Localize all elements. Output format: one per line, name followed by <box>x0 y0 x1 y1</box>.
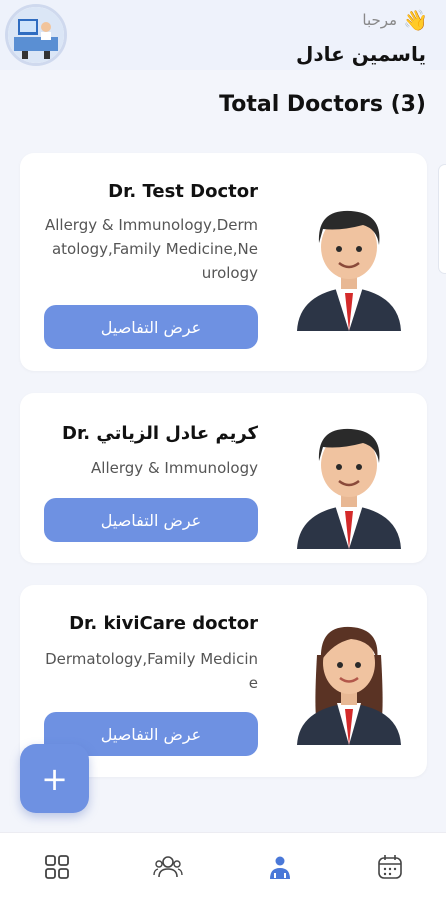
calendar-icon <box>378 855 402 879</box>
doctor-name: Dr. kiviCare doctor <box>69 613 258 634</box>
doctor-card[interactable]: Dr. كريم عادل الزياتي Allergy & Immunolo… <box>20 393 427 563</box>
doctor-specialty: Allergy & Immunology <box>91 459 258 477</box>
doctor-specialty: Dermatology,Family Medicine <box>45 650 258 692</box>
nav-appointments[interactable] <box>374 851 406 883</box>
male-doctor-avatar <box>297 428 401 549</box>
bottom-navigation <box>0 832 446 900</box>
doctors-icon <box>270 856 290 879</box>
doctor-name: Dr. Test Doctor <box>108 181 258 202</box>
nav-patients[interactable] <box>152 851 184 883</box>
nav-dashboard[interactable] <box>41 851 73 883</box>
greeting: مرحبا 👋 <box>362 10 428 30</box>
nav-doctors[interactable] <box>264 851 296 883</box>
clinic-illustration-icon <box>8 7 64 63</box>
female-doctor-avatar <box>297 626 401 745</box>
user-avatar[interactable] <box>5 4 67 66</box>
doctor-name: Dr. كريم عادل الزياتي <box>62 423 258 444</box>
view-details-button[interactable]: عرض التفاصيل <box>44 498 258 542</box>
user-name: ياسمين عادل <box>295 42 426 66</box>
app-header: مرحبا 👋 ياسمين عادل <box>0 0 446 70</box>
main-content: Total Doctors (3) Dr. Test Doctor Allerg… <box>0 70 446 832</box>
male-doctor-avatar <box>297 210 401 331</box>
add-button[interactable]: + <box>20 744 89 813</box>
waving-hand-icon: 👋 <box>403 8 428 32</box>
greeting-text: مرحبا <box>362 11 398 29</box>
dashboard-grid-icon <box>45 855 69 879</box>
patients-icon <box>153 856 183 878</box>
doctor-card[interactable]: Dr. Test Doctor Allergy & Immunology,Der… <box>20 153 427 371</box>
scroll-indicator[interactable] <box>438 164 446 274</box>
doctor-specialty: Allergy & Immunology,Dermatology,Family … <box>44 216 258 282</box>
page-title: Total Doctors (3) <box>219 92 426 117</box>
view-details-button[interactable]: عرض التفاصيل <box>44 305 258 349</box>
